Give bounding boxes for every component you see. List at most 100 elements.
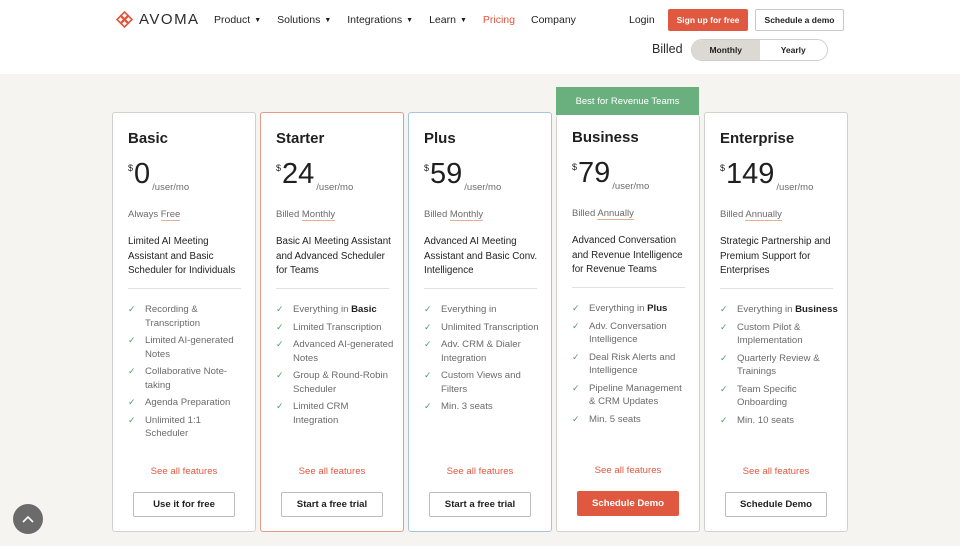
plan-description: Advanced AI Meeting Assistant and Basic … [424, 236, 538, 276]
plan-feature: ✓ Quarterly Review & Trainings [720, 352, 820, 378]
scroll-to-top-button[interactable] [13, 504, 43, 534]
see-all-features-link[interactable]: See all features [409, 466, 551, 477]
schedule-demo-button[interactable]: Schedule a demo [755, 9, 844, 31]
plan-feature: ✓ Adv. Conversation Intelligence [572, 320, 667, 346]
plan-feature: ✓ Adv. CRM & Dialer Integration [424, 339, 521, 364]
plan-feature: ✓ Team Specific Onboarding [720, 383, 797, 409]
plan-feature: ✓ Min. 3 seats [424, 401, 493, 412]
check-icon: ✓ [572, 382, 580, 393]
price-currency: $ [572, 162, 578, 172]
logo-text: AVOMA [139, 11, 200, 28]
plan-billing-note: Always Free [128, 209, 181, 221]
avoma-logo[interactable]: AVOMA [115, 10, 200, 29]
billing-period-toggle[interactable]: Monthly Yearly [691, 39, 828, 61]
check-icon: ✓ [424, 401, 432, 411]
check-icon: ✓ [424, 304, 432, 314]
plan-billing-note: Billed Monthly [424, 209, 484, 221]
billing-option-yearly[interactable]: Yearly [760, 40, 828, 60]
check-icon: ✓ [572, 413, 580, 424]
see-all-features-link[interactable]: See all features [705, 466, 847, 477]
price-unit: /user/mo [464, 182, 502, 193]
plan-feature: ✓ Pipeline Management & CRM Updates [572, 382, 682, 408]
check-icon: ✓ [276, 321, 284, 332]
best-for-badge: Best for Revenue Teams [556, 87, 699, 115]
plan-feature: ✓ Limited AI-generated Notes [128, 335, 234, 360]
plan-feature: ✓ Group & Round-Robin Scheduler [276, 370, 388, 395]
check-icon: ✓ [276, 304, 284, 314]
plan-cta-button[interactable]: Schedule Demo [725, 492, 827, 517]
plan-feature: ✓ Min. 5 seats [572, 413, 641, 425]
plan-billing-note: Billed Annually [720, 209, 782, 221]
check-icon: ✓ [128, 397, 136, 407]
price-currency: $ [128, 163, 134, 173]
login-link[interactable]: Login [629, 14, 655, 26]
nav-integrations[interactable]: Integrations ▼ [347, 14, 413, 26]
chevron-down-icon: ▼ [254, 16, 262, 24]
check-icon: ✓ [720, 414, 728, 425]
plan-divider [720, 288, 833, 289]
plan-name: Basic [128, 130, 169, 147]
plan-feature-list: ✓ Recording & Transcription ✓ Limited AI-ge… [128, 303, 246, 445]
plan-feature: ✓ Collaborative Note-taking [128, 366, 228, 391]
plan-divider [424, 288, 537, 289]
plan-name: Plus [424, 130, 456, 147]
chevron-up-icon [22, 515, 34, 523]
price-unit: /user/mo [612, 181, 650, 192]
plan-price: $59/user/mo [424, 159, 501, 193]
check-icon: ✓ [572, 351, 580, 362]
plan-description: Basic AI Meeting Assistant and Advanced … [276, 236, 391, 276]
plan-feature: ✓ Everything in Plus [572, 303, 668, 314]
plan-description: Limited AI Meeting Assistant and Basic S… [128, 236, 236, 276]
check-icon: ✓ [128, 335, 136, 345]
nav-company[interactable]: Company [531, 14, 576, 26]
nav-learn[interactable]: Learn ▼ [429, 14, 467, 26]
billing-label: Billed [652, 42, 683, 56]
price-currency: $ [276, 163, 282, 173]
plan-name: Starter [276, 130, 325, 147]
plan-feature-list: ✓ Everything in Basic ✓ Limited Transcripti… [276, 303, 394, 431]
plan-price: $0/user/mo [128, 159, 189, 193]
plan-billing-term: Monthly [301, 209, 336, 221]
plan-description: Advanced Conversation and Revenue Intell… [572, 235, 683, 275]
plan-cta-button[interactable]: Use it for free [133, 492, 235, 517]
plan-feature: ✓ Everything in Basic [276, 304, 377, 315]
chevron-down-icon: ▼ [324, 16, 332, 24]
see-all-features-link[interactable]: See all features [261, 466, 403, 477]
plan-card-plus: Plus $59/user/mo Billed Monthly Advanced AI… [408, 112, 552, 532]
check-icon: ✓ [276, 339, 284, 349]
price-currency: $ [720, 163, 726, 173]
see-all-features-link[interactable]: See all features [113, 466, 255, 477]
nav-product[interactable]: Product ▼ [214, 14, 261, 26]
plan-divider [572, 287, 685, 288]
check-icon: ✓ [424, 321, 432, 332]
check-icon: ✓ [720, 352, 728, 363]
plan-cta-button[interactable]: Start a free trial [429, 492, 531, 517]
nav-solutions[interactable]: Solutions ▼ [277, 14, 331, 26]
price-unit: /user/mo [776, 182, 814, 193]
plan-cta-button[interactable]: Start a free trial [281, 492, 383, 517]
plan-cta-button[interactable]: Schedule Demo [577, 491, 679, 516]
signup-button[interactable]: Sign up for free [668, 9, 748, 31]
price-currency: $ [424, 163, 430, 173]
plan-feature: ✓ Limited CRM Integration [276, 401, 349, 426]
check-icon: ✓ [276, 401, 284, 411]
main-nav: Product ▼ Solutions ▼ Integrations ▼ Learn ▼… [214, 14, 592, 26]
check-icon: ✓ [128, 366, 136, 376]
plan-card-basic: Basic $0/user/mo Always Free Limited AI Mee… [112, 112, 256, 532]
nav-pricing[interactable]: Pricing [483, 14, 515, 26]
plan-billing-note: Billed Monthly [276, 209, 336, 221]
plan-card-enterprise: Enterprise $149/user/mo Billed Annually Str… [704, 112, 848, 532]
see-all-features-link[interactable]: See all features [557, 465, 699, 476]
plan-feature: ✓ Everything in [424, 304, 497, 315]
plan-divider [128, 288, 241, 289]
check-icon: ✓ [128, 414, 136, 425]
check-icon: ✓ [424, 370, 432, 380]
chevron-down-icon: ▼ [406, 16, 414, 24]
billing-option-monthly[interactable]: Monthly [692, 40, 760, 60]
plan-feature: ✓ Recording & Transcription [128, 304, 201, 329]
plan-price: $149/user/mo [720, 159, 813, 193]
price-amount: 24 [282, 158, 315, 190]
check-icon: ✓ [720, 383, 728, 394]
price-unit: /user/mo [152, 182, 190, 193]
plan-billing-term: Annually [597, 208, 634, 220]
